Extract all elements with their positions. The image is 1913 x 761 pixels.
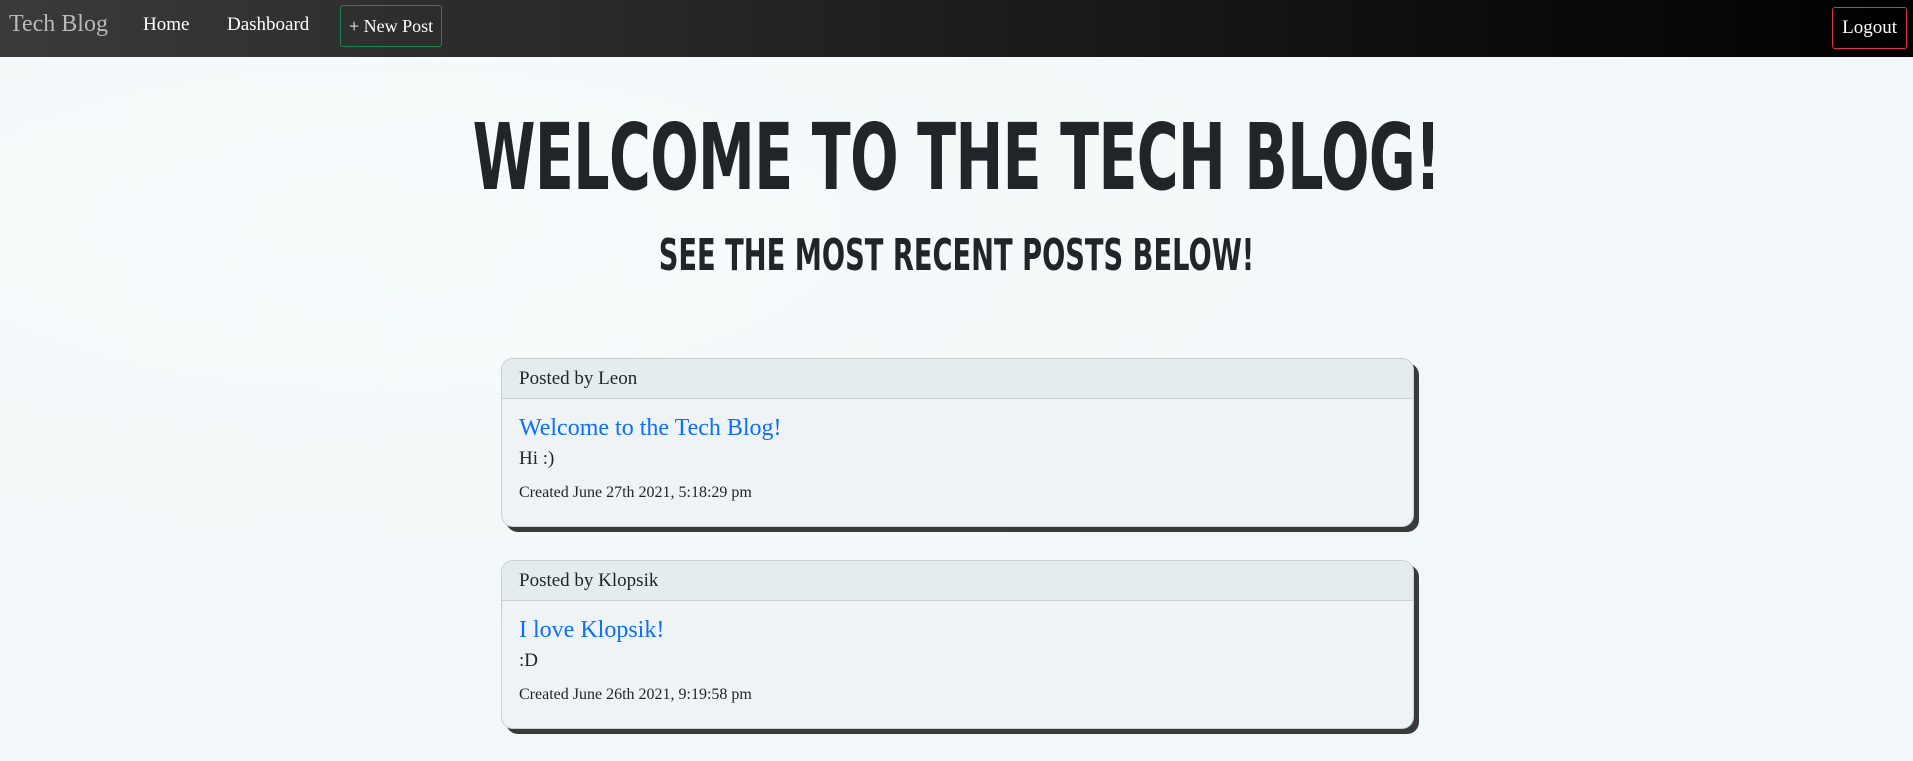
post-body: Welcome to the Tech Blog! Hi :) Created …	[502, 413, 1413, 503]
navbar: Tech Blog Home Dashboard + New Post Logo…	[0, 0, 1913, 57]
post-author: Posted by Leon	[502, 359, 1413, 399]
post-title-link[interactable]: I love Klopsik!	[519, 615, 1413, 645]
post-card: Posted by Leon Welcome to the Tech Blog!…	[501, 358, 1414, 527]
nav-dashboard-link[interactable]: Dashboard	[227, 14, 309, 36]
post-body: I love Klopsik! :D Created June 26th 202…	[502, 615, 1413, 705]
post-created-date: Created June 27th 2021, 5:18:29 pm	[519, 484, 752, 501]
post-created-date: Created June 26th 2021, 9:19:58 pm	[519, 686, 752, 703]
post-card: Posted by Klopsik I love Klopsik! :D Cre…	[501, 560, 1414, 729]
logout-button[interactable]: Logout	[1832, 7, 1907, 49]
brand-logo-link[interactable]: Tech Blog	[9, 11, 108, 38]
post-title-link[interactable]: Welcome to the Tech Blog!	[519, 413, 1413, 443]
post-author: Posted by Klopsik	[502, 561, 1413, 601]
new-post-button[interactable]: + New Post	[340, 5, 443, 47]
page-title: Welcome to the Tech Blog!	[472, 104, 1441, 211]
page-subtitle: See the most recent posts below!	[658, 230, 1255, 281]
post-content: Hi :)	[519, 448, 555, 469]
nav-home-link[interactable]: Home	[143, 14, 189, 36]
post-content: :D	[519, 650, 538, 671]
